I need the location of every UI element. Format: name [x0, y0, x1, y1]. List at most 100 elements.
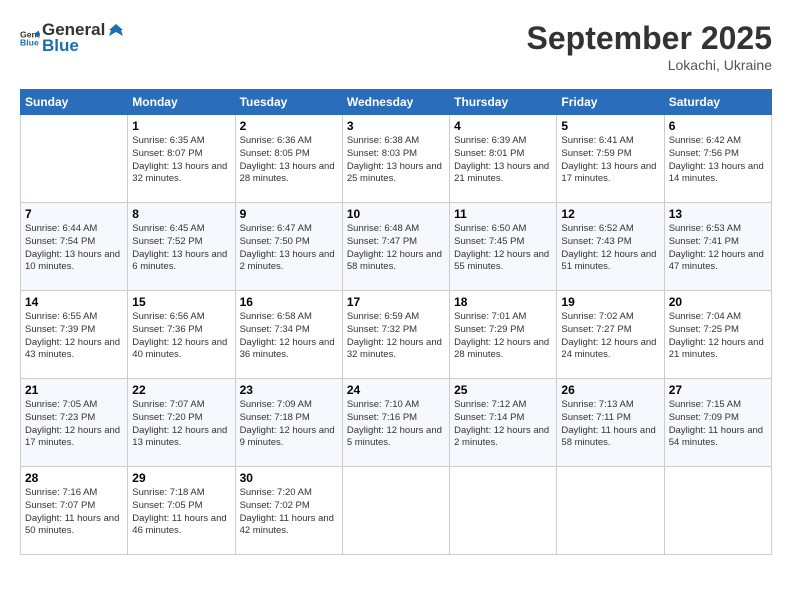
day-info: Sunrise: 7:15 AM Sunset: 7:09 PM Dayligh… — [669, 399, 767, 450]
day-info: Sunrise: 6:36 AM Sunset: 8:05 PM Dayligh… — [240, 135, 338, 186]
calendar-cell — [21, 115, 128, 203]
day-info: Sunrise: 6:47 AM Sunset: 7:50 PM Dayligh… — [240, 223, 338, 274]
day-number: 20 — [669, 295, 767, 309]
day-info: Sunrise: 6:58 AM Sunset: 7:34 PM Dayligh… — [240, 311, 338, 362]
day-number: 22 — [132, 383, 230, 397]
calendar-week-row: 7 Sunrise: 6:44 AM Sunset: 7:54 PM Daylig… — [21, 203, 772, 291]
day-number: 28 — [25, 471, 123, 485]
day-number: 1 — [132, 119, 230, 133]
day-info: Sunrise: 7:01 AM Sunset: 7:29 PM Dayligh… — [454, 311, 552, 362]
calendar-location: Lokachi, Ukraine — [527, 57, 772, 73]
calendar-cell: 1Sunrise: 6:35 AM Sunset: 8:07 PM Daylig… — [128, 115, 235, 203]
day-info: Sunrise: 7:07 AM Sunset: 7:20 PM Dayligh… — [132, 399, 230, 450]
day-header-sunday: Sunday — [21, 90, 128, 115]
calendar-cell: 3 Sunrise: 6:38 AM Sunset: 8:03 PM Daylig… — [342, 115, 449, 203]
calendar-cell — [342, 467, 449, 555]
calendar-cell: 13 Sunrise: 6:53 AM Sunset: 7:41 PM Dayli… — [664, 203, 771, 291]
day-info: Sunrise: 6:45 AM Sunset: 7:52 PM Dayligh… — [132, 223, 230, 274]
calendar-cell: 30 Sunrise: 7:20 AM Sunset: 7:02 PM Dayli… — [235, 467, 342, 555]
title-block: September 2025 Lokachi, Ukraine — [527, 20, 772, 73]
day-number: 7 — [25, 207, 123, 221]
calendar-cell — [664, 467, 771, 555]
day-number: 13 — [669, 207, 767, 221]
calendar-cell: 22 Sunrise: 7:07 AM Sunset: 7:20 PM Dayli… — [128, 379, 235, 467]
day-info: Sunrise: 6:59 AM Sunset: 7:32 PM Dayligh… — [347, 311, 445, 362]
day-number: 11 — [454, 207, 552, 221]
day-number: 17 — [347, 295, 445, 309]
day-info: Sunrise: 7:13 AM Sunset: 7:11 PM Dayligh… — [561, 399, 659, 450]
day-info: Sunrise: 6:42 AM Sunset: 7:56 PM Dayligh… — [669, 135, 767, 186]
day-info: Sunrise: 7:04 AM Sunset: 7:25 PM Dayligh… — [669, 311, 767, 362]
page-header: General Blue General Blue September 2025… — [20, 20, 772, 73]
day-info: Sunrise: 6:41 AM Sunset: 7:59 PM Dayligh… — [561, 135, 659, 186]
day-number: 8 — [132, 207, 230, 221]
calendar-cell: 16 Sunrise: 6:58 AM Sunset: 7:34 PM Dayli… — [235, 291, 342, 379]
day-info: Sunrise: 6:39 AM Sunset: 8:01 PM Dayligh… — [454, 135, 552, 186]
calendar-cell: 21 Sunrise: 7:05 AM Sunset: 7:23 PM Dayli… — [21, 379, 128, 467]
day-header-saturday: Saturday — [664, 90, 771, 115]
day-number: 14 — [25, 295, 123, 309]
calendar-cell: 2 Sunrise: 6:36 AM Sunset: 8:05 PM Daylig… — [235, 115, 342, 203]
calendar-cell — [450, 467, 557, 555]
day-info: Sunrise: 6:38 AM Sunset: 8:03 PM Dayligh… — [347, 135, 445, 186]
day-number: 4 — [454, 119, 552, 133]
calendar-week-row: 1Sunrise: 6:35 AM Sunset: 8:07 PM Daylig… — [21, 115, 772, 203]
calendar-cell: 4 Sunrise: 6:39 AM Sunset: 8:01 PM Daylig… — [450, 115, 557, 203]
svg-text:Blue: Blue — [20, 38, 39, 48]
calendar-week-row: 21 Sunrise: 7:05 AM Sunset: 7:23 PM Dayli… — [21, 379, 772, 467]
calendar-cell: 29 Sunrise: 7:18 AM Sunset: 7:05 PM Dayli… — [128, 467, 235, 555]
day-info: Sunrise: 6:48 AM Sunset: 7:47 PM Dayligh… — [347, 223, 445, 274]
calendar-cell: 26 Sunrise: 7:13 AM Sunset: 7:11 PM Dayli… — [557, 379, 664, 467]
day-number: 18 — [454, 295, 552, 309]
day-number: 19 — [561, 295, 659, 309]
calendar-cell: 9 Sunrise: 6:47 AM Sunset: 7:50 PM Daylig… — [235, 203, 342, 291]
day-header-monday: Monday — [128, 90, 235, 115]
day-info: Sunrise: 7:20 AM Sunset: 7:02 PM Dayligh… — [240, 487, 338, 538]
day-number: 3 — [347, 119, 445, 133]
logo-icon: General Blue — [20, 28, 40, 48]
calendar-cell: 12Sunrise: 6:52 AM Sunset: 7:43 PM Dayli… — [557, 203, 664, 291]
day-number: 21 — [25, 383, 123, 397]
day-number: 30 — [240, 471, 338, 485]
day-number: 27 — [669, 383, 767, 397]
calendar-cell: 11 Sunrise: 6:50 AM Sunset: 7:45 PM Dayli… — [450, 203, 557, 291]
calendar-cell: 6 Sunrise: 6:42 AM Sunset: 7:56 PM Daylig… — [664, 115, 771, 203]
day-header-tuesday: Tuesday — [235, 90, 342, 115]
day-info: Sunrise: 7:05 AM Sunset: 7:23 PM Dayligh… — [25, 399, 123, 450]
calendar-table: SundayMondayTuesdayWednesdayThursdayFrid… — [20, 89, 772, 555]
logo: General Blue General Blue — [20, 20, 125, 57]
day-number: 9 — [240, 207, 338, 221]
day-info: Sunrise: 6:50 AM Sunset: 7:45 PM Dayligh… — [454, 223, 552, 274]
calendar-week-row: 14 Sunrise: 6:55 AM Sunset: 7:39 PM Dayli… — [21, 291, 772, 379]
calendar-cell: 14 Sunrise: 6:55 AM Sunset: 7:39 PM Dayli… — [21, 291, 128, 379]
calendar-cell: 8 Sunrise: 6:45 AM Sunset: 7:52 PM Daylig… — [128, 203, 235, 291]
day-info: Sunrise: 6:55 AM Sunset: 7:39 PM Dayligh… — [25, 311, 123, 362]
day-number: 12 — [561, 207, 659, 221]
calendar-title: September 2025 — [527, 20, 772, 57]
day-header-friday: Friday — [557, 90, 664, 115]
calendar-cell: 19Sunrise: 7:02 AM Sunset: 7:27 PM Dayli… — [557, 291, 664, 379]
day-number: 16 — [240, 295, 338, 309]
calendar-cell: 28Sunrise: 7:16 AM Sunset: 7:07 PM Dayli… — [21, 467, 128, 555]
day-info: Sunrise: 7:10 AM Sunset: 7:16 PM Dayligh… — [347, 399, 445, 450]
day-number: 23 — [240, 383, 338, 397]
day-number: 24 — [347, 383, 445, 397]
calendar-cell: 23 Sunrise: 7:09 AM Sunset: 7:18 PM Dayli… — [235, 379, 342, 467]
calendar-cell: 7 Sunrise: 6:44 AM Sunset: 7:54 PM Daylig… — [21, 203, 128, 291]
day-info: Sunrise: 7:09 AM Sunset: 7:18 PM Dayligh… — [240, 399, 338, 450]
day-number: 6 — [669, 119, 767, 133]
calendar-cell: 17 Sunrise: 6:59 AM Sunset: 7:32 PM Dayli… — [342, 291, 449, 379]
day-info: Sunrise: 7:18 AM Sunset: 7:05 PM Dayligh… — [132, 487, 230, 538]
calendar-cell: 18 Sunrise: 7:01 AM Sunset: 7:29 PM Dayli… — [450, 291, 557, 379]
day-number: 2 — [240, 119, 338, 133]
day-info: Sunrise: 6:53 AM Sunset: 7:41 PM Dayligh… — [669, 223, 767, 274]
day-number: 29 — [132, 471, 230, 485]
day-info: Sunrise: 6:44 AM Sunset: 7:54 PM Dayligh… — [25, 223, 123, 274]
calendar-cell: 15Sunrise: 6:56 AM Sunset: 7:36 PM Dayli… — [128, 291, 235, 379]
calendar-cell: 20 Sunrise: 7:04 AM Sunset: 7:25 PM Dayli… — [664, 291, 771, 379]
day-number: 10 — [347, 207, 445, 221]
calendar-cell — [557, 467, 664, 555]
day-number: 26 — [561, 383, 659, 397]
day-header-thursday: Thursday — [450, 90, 557, 115]
calendar-cell: 10 Sunrise: 6:48 AM Sunset: 7:47 PM Dayli… — [342, 203, 449, 291]
